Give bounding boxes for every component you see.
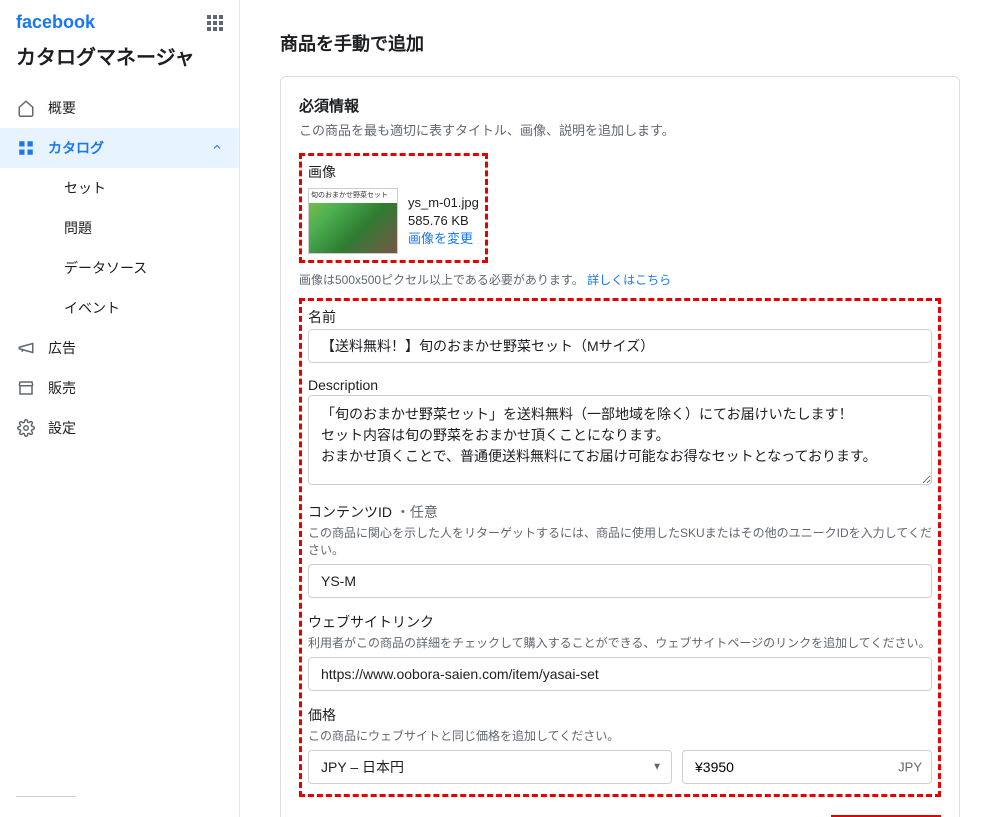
description-label: Description bbox=[308, 377, 932, 393]
sidebar-item-datasources[interactable]: データソース bbox=[48, 248, 239, 288]
website-help: 利用者がこの商品の詳細をチェックして購入することができる、ウェブサイトページのリ… bbox=[308, 634, 932, 651]
website-label: ウェブサイトリンク bbox=[308, 612, 932, 632]
megaphone-icon bbox=[16, 339, 36, 357]
sidebar-item-label: イベント bbox=[64, 298, 120, 318]
chevron-up-icon bbox=[211, 140, 223, 156]
image-highlight: 画像 ys_m-01.jpg 585.76 KB 画像を変更 bbox=[299, 153, 488, 263]
facebook-logo[interactable]: facebook bbox=[16, 12, 95, 33]
form-highlight: 名前 Description コンテンツID ・任意 この商品に関心を示した人を… bbox=[299, 298, 941, 797]
price-input[interactable] bbox=[682, 750, 932, 784]
sidebar-item-ads[interactable]: 広告 bbox=[0, 328, 239, 368]
sidebar-item-settings[interactable]: 設定 bbox=[0, 408, 239, 448]
price-label: 価格 bbox=[308, 705, 932, 725]
sidebar-item-overview[interactable]: 概要 bbox=[0, 88, 239, 128]
sidebar-item-sales[interactable]: 販売 bbox=[0, 368, 239, 408]
sidebar-item-label: 問題 bbox=[64, 218, 92, 238]
shop-icon bbox=[16, 379, 36, 397]
image-note-link[interactable]: 詳しくはこちら bbox=[587, 273, 671, 287]
content-id-input[interactable] bbox=[308, 564, 932, 598]
change-image-link[interactable]: 画像を変更 bbox=[408, 230, 479, 248]
currency-code-label: JPY bbox=[898, 760, 922, 775]
sidebar-item-label: 販売 bbox=[48, 378, 76, 398]
image-label: 画像 bbox=[308, 162, 479, 182]
sidebar-item-label: セット bbox=[64, 178, 106, 198]
sidebar: facebook カタログマネージャ 概要 カタログ セット 問題 データソース bbox=[0, 0, 240, 817]
name-input[interactable] bbox=[308, 329, 932, 363]
currency-select[interactable]: JPY – 日本円 bbox=[308, 750, 672, 784]
form-card: 必須情報 この商品を最も適切に表すタイトル、画像、説明を追加します。 画像 ys… bbox=[280, 76, 960, 817]
price-help: この商品にウェブサイトと同じ価格を追加してください。 bbox=[308, 727, 932, 744]
apps-grid-icon[interactable] bbox=[207, 15, 223, 31]
image-note: 画像は500x500ピクセル以上である必要があります。 詳しくはこちら bbox=[299, 271, 941, 288]
required-section-title: 必須情報 bbox=[299, 95, 941, 116]
main-content: 商品を手動で追加 必須情報 この商品を最も適切に表すタイトル、画像、説明を追加し… bbox=[240, 0, 1000, 817]
name-label: 名前 bbox=[308, 307, 932, 327]
sidebar-item-label: 設定 bbox=[48, 418, 76, 438]
required-section-desc: この商品を最も適切に表すタイトル、画像、説明を追加します。 bbox=[299, 120, 941, 139]
sidebar-item-sets[interactable]: セット bbox=[48, 168, 239, 208]
sidebar-item-catalog[interactable]: カタログ bbox=[0, 128, 239, 168]
file-name: ys_m-01.jpg bbox=[408, 194, 479, 212]
content-id-label: コンテンツID ・任意 bbox=[308, 502, 932, 522]
content-id-help: この商品に関心を示した人をリターゲットするには、商品に使用したSKUまたはその他… bbox=[308, 524, 932, 558]
sidebar-item-label: データソース bbox=[64, 258, 147, 278]
sidebar-item-label: 概要 bbox=[48, 98, 76, 118]
sidebar-item-label: 広告 bbox=[48, 338, 76, 358]
sidebar-title: カタログマネージャ bbox=[0, 41, 239, 88]
sidebar-item-label: カタログ bbox=[48, 138, 104, 158]
grid-icon bbox=[16, 139, 36, 157]
website-input[interactable] bbox=[308, 657, 932, 691]
sidebar-item-issues[interactable]: 問題 bbox=[48, 208, 239, 248]
file-size: 585.76 KB bbox=[408, 212, 479, 230]
page-title: 商品を手動で追加 bbox=[280, 30, 960, 56]
home-icon bbox=[16, 99, 36, 117]
sidebar-item-events[interactable]: イベント bbox=[48, 288, 239, 328]
gear-icon bbox=[16, 419, 36, 437]
description-textarea[interactable] bbox=[308, 395, 932, 485]
sidebar-divider bbox=[16, 796, 76, 797]
product-thumbnail[interactable] bbox=[308, 188, 398, 254]
